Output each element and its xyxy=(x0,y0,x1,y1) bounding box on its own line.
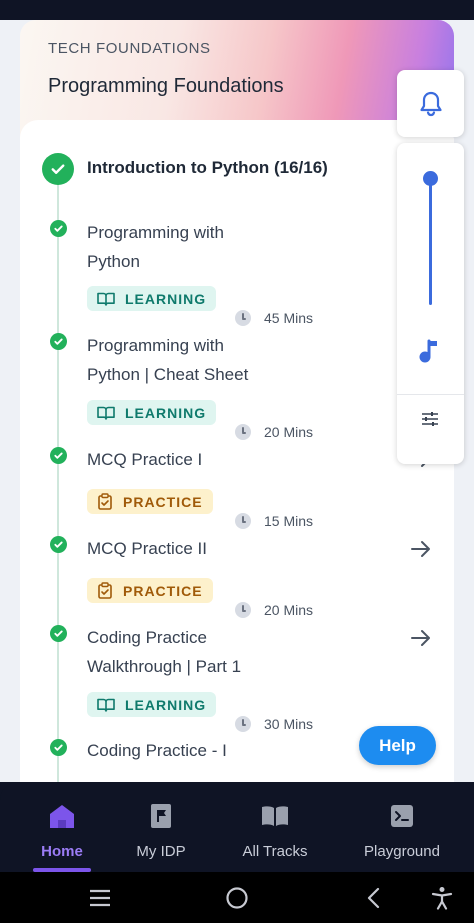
item-title-line: Python | Cheat Sheet xyxy=(87,365,249,384)
item-title-line: Programming with xyxy=(87,223,224,242)
nav-label: Playground xyxy=(364,843,440,860)
item-title-line: Coding Practice - I xyxy=(87,741,227,760)
nav-label: My IDP xyxy=(136,843,186,860)
duration-text: 45 Mins xyxy=(264,310,314,326)
item-title-line: Coding Practice xyxy=(87,628,208,647)
media-control-panel xyxy=(397,143,464,464)
clock-icon xyxy=(235,716,251,732)
learning-badge: LEARNING xyxy=(87,400,217,425)
duration-text: 20 Mins xyxy=(264,602,314,618)
notification-panel xyxy=(397,70,464,137)
nav-label: Home xyxy=(41,843,83,860)
equalizer-icon[interactable] xyxy=(421,411,439,427)
item-title[interactable]: MCQ Practice II xyxy=(87,534,297,563)
volume-slider-track[interactable] xyxy=(429,178,432,305)
clipboard-check-icon xyxy=(97,493,113,510)
badge-label: PRACTICE xyxy=(123,493,203,510)
clipboard-check-icon xyxy=(97,582,113,599)
item-title-line: MCQ Practice II xyxy=(87,539,207,558)
duration: 30 Mins xyxy=(235,716,313,732)
item-title-line: Walkthrough | Part 1 xyxy=(87,657,242,676)
timeline-line xyxy=(57,180,59,782)
bell-icon[interactable] xyxy=(418,90,444,118)
item-title[interactable]: Programming with Python | Cheat Sheet xyxy=(87,331,297,389)
nav-item-playground[interactable]: Playground xyxy=(358,782,446,872)
learning-badge: LEARNING xyxy=(87,286,217,311)
system-nav-bar xyxy=(0,872,474,923)
arrow-right-icon[interactable] xyxy=(409,537,433,561)
clock-icon xyxy=(235,310,251,326)
section-title[interactable]: Introduction to Python (16/16) xyxy=(87,158,328,178)
accessibility-icon[interactable] xyxy=(428,884,456,912)
home-icon xyxy=(48,802,76,830)
badge-label: LEARNING xyxy=(125,290,207,307)
music-note-icon[interactable] xyxy=(418,338,442,366)
complete-check-icon xyxy=(50,536,67,553)
divider xyxy=(397,394,464,395)
item-title-line: MCQ Practice I xyxy=(87,450,203,469)
nav-label: All Tracks xyxy=(242,843,308,860)
track-category: TECH FOUNDATIONS xyxy=(48,40,211,57)
badge-label: PRACTICE xyxy=(123,582,203,599)
item-title[interactable]: MCQ Practice I xyxy=(87,445,297,474)
duration-text: 30 Mins xyxy=(264,716,314,732)
main-screen: TECH FOUNDATIONS Programming Foundations… xyxy=(0,20,474,782)
item-title[interactable]: Coding Practice Walkthrough | Part 1 xyxy=(87,623,297,681)
track-title: Programming Foundations xyxy=(48,75,284,97)
practice-badge: PRACTICE xyxy=(87,489,213,514)
duration-text: 20 Mins xyxy=(264,424,314,440)
complete-check-icon xyxy=(50,739,67,756)
complete-check-icon xyxy=(50,220,67,237)
arrow-right-icon[interactable] xyxy=(409,626,433,650)
duration: 20 Mins xyxy=(235,424,313,440)
home-circle-icon[interactable] xyxy=(223,884,251,912)
open-book-icon xyxy=(261,802,289,830)
section-complete-check-icon xyxy=(42,153,74,185)
duration: 45 Mins xyxy=(235,310,313,326)
book-icon xyxy=(97,292,115,306)
nav-item-home[interactable]: Home xyxy=(26,782,98,872)
back-icon[interactable] xyxy=(359,884,387,912)
badge-label: LEARNING xyxy=(125,404,207,421)
bottom-nav: Home My IDP All Tracks Playground xyxy=(0,782,474,872)
item-title[interactable]: Programming with Python xyxy=(87,218,297,276)
volume-slider-thumb[interactable] xyxy=(423,171,438,186)
book-icon xyxy=(97,698,115,712)
clock-icon xyxy=(235,602,251,618)
flag-document-icon xyxy=(150,802,172,830)
complete-check-icon xyxy=(50,625,67,642)
item-title-line: Python xyxy=(87,252,140,271)
duration: 20 Mins xyxy=(235,602,313,618)
complete-check-icon xyxy=(50,447,67,464)
nav-item-my-idp[interactable]: My IDP xyxy=(125,782,197,872)
badge-label: LEARNING xyxy=(125,696,207,713)
clock-icon xyxy=(235,424,251,440)
complete-check-icon xyxy=(50,333,67,350)
duration: 15 Mins xyxy=(235,513,313,529)
clock-icon xyxy=(235,513,251,529)
practice-badge: PRACTICE xyxy=(87,578,213,603)
nav-item-all-tracks[interactable]: All Tracks xyxy=(236,782,314,872)
recent-apps-icon[interactable] xyxy=(86,884,114,912)
status-bar xyxy=(0,0,474,20)
help-button[interactable]: Help xyxy=(359,726,436,765)
book-icon xyxy=(97,406,115,420)
duration-text: 15 Mins xyxy=(264,513,314,529)
learning-badge: LEARNING xyxy=(87,692,217,717)
terminal-icon xyxy=(390,802,414,830)
item-title[interactable]: Coding Practice - I xyxy=(87,736,297,765)
item-title-line: Programming with xyxy=(87,336,224,355)
